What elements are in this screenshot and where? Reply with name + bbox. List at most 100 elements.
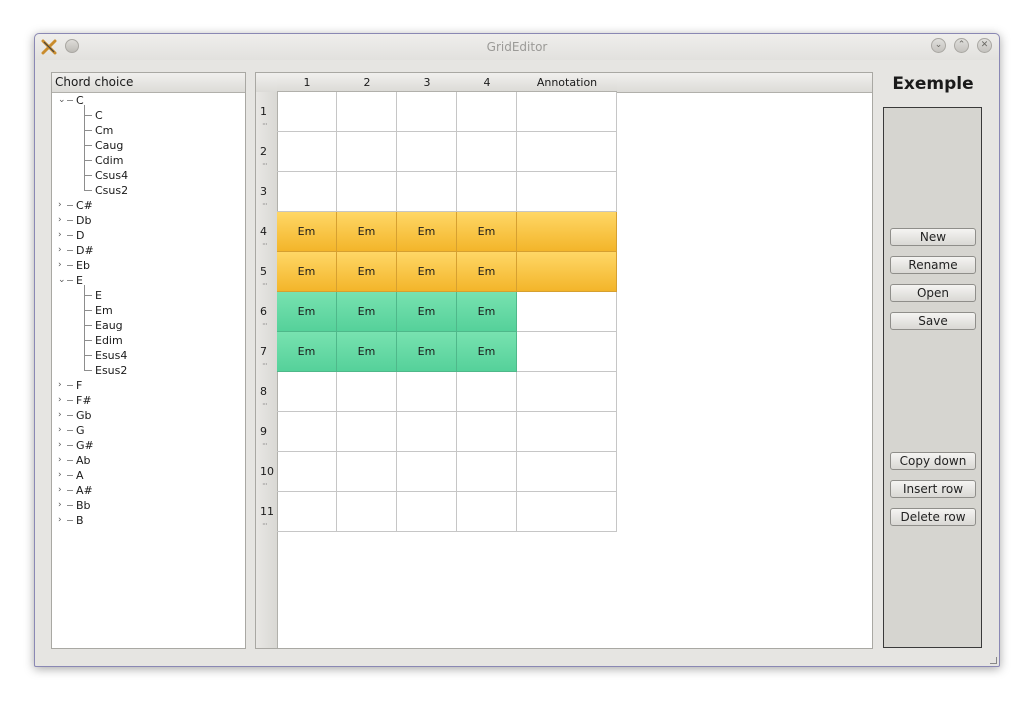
new-button[interactable]: New (890, 228, 976, 246)
tree-item-edim[interactable]: Edim (52, 333, 242, 348)
row-resize-handle[interactable]: ··· (262, 400, 268, 409)
chord-cell[interactable] (457, 452, 517, 492)
annotation-cell[interactable] (517, 452, 617, 492)
chord-cell[interactable] (337, 492, 397, 532)
tree-item-em[interactable]: Em (52, 303, 242, 318)
row-resize-handle[interactable]: ··· (262, 120, 268, 129)
chord-cell[interactable] (337, 452, 397, 492)
row-header[interactable]: 7 ··· (258, 332, 276, 372)
tree-item-c[interactable]: ⌄ C (52, 93, 242, 108)
tree-item-cm[interactable]: Cm (52, 123, 242, 138)
row-resize-handle[interactable]: ··· (262, 200, 268, 209)
chord-cell[interactable]: Em (457, 212, 517, 252)
tree-item-asharp[interactable]: › A# (52, 483, 242, 498)
chord-cell[interactable] (457, 492, 517, 532)
chevron-right-icon[interactable]: › (58, 515, 62, 525)
chevron-right-icon[interactable]: › (58, 425, 62, 435)
chord-cell[interactable]: Em (457, 292, 517, 332)
chevron-right-icon[interactable]: › (58, 440, 62, 450)
tree-item-a[interactable]: › A (52, 468, 242, 483)
chord-cell[interactable]: Em (397, 332, 457, 372)
row-resize-handle[interactable]: ··· (262, 280, 268, 289)
tree-item-caug[interactable]: Caug (52, 138, 242, 153)
row-resize-handle[interactable]: ··· (262, 160, 268, 169)
chevron-right-icon[interactable]: › (58, 260, 62, 270)
annotation-cell[interactable] (517, 372, 617, 412)
maximize-button[interactable]: ⌃ (954, 38, 969, 53)
column-header-1[interactable]: 1 (277, 73, 337, 92)
row-resize-handle[interactable]: ··· (262, 240, 268, 249)
resize-grip[interactable] (990, 657, 997, 664)
chevron-right-icon[interactable]: › (58, 380, 62, 390)
chord-cell[interactable] (277, 132, 337, 172)
annotation-cell[interactable] (517, 92, 617, 132)
annotation-cell[interactable] (517, 412, 617, 452)
annotation-cell[interactable] (517, 492, 617, 532)
minimize-button[interactable]: ⌄ (931, 38, 946, 53)
chord-cell[interactable] (277, 492, 337, 532)
chord-cell[interactable] (457, 92, 517, 132)
chord-cell[interactable]: Em (277, 332, 337, 372)
copy-down-button[interactable]: Copy down (890, 452, 976, 470)
chord-cell[interactable] (337, 92, 397, 132)
row-header[interactable]: 2 ··· (258, 132, 276, 172)
row-header[interactable]: 11 ··· (258, 492, 276, 532)
chord-cell[interactable]: Em (397, 292, 457, 332)
insert-row-button[interactable]: Insert row (890, 480, 976, 498)
tree-item-eb[interactable]: › Eb (52, 258, 242, 273)
row-header[interactable]: 1 ··· (258, 92, 276, 132)
annotation-cell[interactable] (517, 292, 617, 332)
chord-cell[interactable] (277, 92, 337, 132)
chord-cell[interactable] (337, 372, 397, 412)
chevron-right-icon[interactable]: › (58, 215, 62, 225)
chord-cell[interactable] (457, 412, 517, 452)
chord-cell[interactable] (337, 172, 397, 212)
chord-cell[interactable] (277, 372, 337, 412)
tree-item-cdim[interactable]: Cdim (52, 153, 242, 168)
chord-cell[interactable] (457, 132, 517, 172)
chord-cell[interactable] (277, 172, 337, 212)
column-header-4[interactable]: 4 (457, 73, 517, 92)
chevron-down-icon[interactable]: ⌄ (58, 95, 66, 105)
chevron-right-icon[interactable]: › (58, 485, 62, 495)
row-resize-handle[interactable]: ··· (262, 320, 268, 329)
chord-cell[interactable] (457, 172, 517, 212)
row-resize-handle[interactable]: ··· (262, 360, 268, 369)
annotation-cell[interactable] (517, 212, 617, 252)
chevron-right-icon[interactable]: › (58, 410, 62, 420)
chord-cell[interactable]: Em (337, 252, 397, 292)
chord-cell[interactable]: Em (337, 212, 397, 252)
row-header[interactable]: 9 ··· (258, 412, 276, 452)
chord-cell[interactable] (397, 132, 457, 172)
chevron-right-icon[interactable]: › (58, 470, 62, 480)
tree-item-csharp[interactable]: › C# (52, 198, 242, 213)
row-header[interactable]: 6 ··· (258, 292, 276, 332)
row-header[interactable]: 8 ··· (258, 372, 276, 412)
chord-cell[interactable] (457, 372, 517, 412)
tree-item-esus2[interactable]: Esus2 (52, 363, 242, 378)
tree-item-csus4[interactable]: Csus4 (52, 168, 242, 183)
annotation-cell[interactable] (517, 172, 617, 212)
tree-item-b[interactable]: › B (52, 513, 242, 528)
tree-item-esus4[interactable]: Esus4 (52, 348, 242, 363)
annotation-cell[interactable] (517, 252, 617, 292)
chord-cell[interactable] (397, 92, 457, 132)
table-corner[interactable] (256, 73, 277, 93)
title-bar[interactable]: GridEditor ⌄ ⌃ ✕ (35, 34, 999, 60)
chord-cell[interactable] (397, 452, 457, 492)
chevron-down-icon[interactable]: ⌄ (58, 275, 66, 285)
row-resize-handle[interactable]: ··· (262, 520, 268, 529)
column-header-3[interactable]: 3 (397, 73, 457, 92)
chord-cell[interactable] (397, 412, 457, 452)
tree-item-ab[interactable]: › Ab (52, 453, 242, 468)
row-header[interactable]: 3 ··· (258, 172, 276, 212)
row-resize-handle[interactable]: ··· (262, 480, 268, 489)
row-header[interactable]: 4 ··· (258, 212, 276, 252)
row-header[interactable]: 5 ··· (258, 252, 276, 292)
open-button[interactable]: Open (890, 284, 976, 302)
tree-item-bb[interactable]: › Bb (52, 498, 242, 513)
chord-cell[interactable] (397, 172, 457, 212)
close-button[interactable]: ✕ (977, 38, 992, 53)
tree-item-eaug[interactable]: Eaug (52, 318, 242, 333)
tree-item-g[interactable]: › G (52, 423, 242, 438)
